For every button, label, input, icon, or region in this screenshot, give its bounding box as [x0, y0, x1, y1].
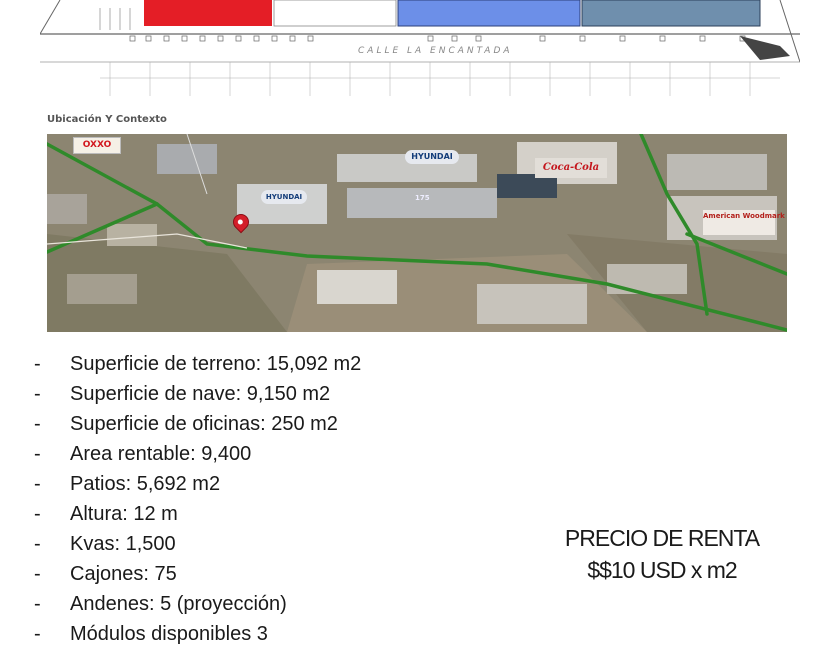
spec-text: Superficie de terreno: 15,092 m2 [70, 353, 362, 375]
spec-text: Cajones: 75 [70, 563, 177, 585]
module-red [144, 0, 272, 26]
module-white [273, 0, 397, 27]
american-woodmark-logo: American Woodmark [703, 210, 785, 235]
building-175-label: 175 [415, 194, 430, 202]
street-label: CALLE LA ENCANTADA [358, 46, 513, 56]
context-heading: Ubicación Y Contexto [47, 114, 167, 125]
satellite-map: OXXO HYUNDAI HYUNDAI Coca-Cola American … [47, 134, 787, 332]
spec-text: Altura: 12 m [70, 503, 178, 525]
rent-price-label: PRECIO DE RENTA [564, 525, 760, 551]
spec-item: - Andenes: 5 (proyección) [34, 589, 361, 619]
rent-price-block: PRECIO DE RENTA $$10 USD x m2 [560, 522, 764, 586]
spec-text: Superficie de nave: 9,150 m2 [70, 383, 331, 405]
spec-item: - Area rentable: 9,400 [34, 439, 361, 469]
spec-text: Módulos disponibles 3 [70, 623, 268, 645]
bullet-dash: - [34, 593, 41, 615]
bullet-dash: - [34, 503, 41, 525]
spec-text: Superficie de oficinas: 250 m2 [70, 413, 338, 435]
bullet-dash: - [34, 383, 41, 405]
spec-item: - Cajones: 75 [34, 559, 361, 589]
spec-item: - Altura: 12 m [34, 499, 361, 529]
spec-text: Kvas: 1,500 [70, 533, 176, 555]
oxxo-logo: OXXO [73, 137, 121, 154]
spec-item: - Superficie de nave: 9,150 m2 [34, 379, 361, 409]
spec-item: - Kvas: 1,500 [34, 529, 361, 559]
bullet-dash: - [34, 623, 41, 645]
bullet-dash: - [34, 353, 41, 375]
coca-cola-logo: Coca-Cola [535, 158, 607, 178]
spec-text: Patios: 5,692 m2 [70, 473, 221, 495]
site-plan: CALLE LA ENCANTADA [40, 0, 800, 100]
bullet-dash: - [34, 563, 41, 585]
module-steel [581, 0, 761, 27]
bullet-dash: - [34, 443, 41, 465]
bullet-dash: - [34, 473, 41, 495]
module-blue [397, 0, 581, 27]
hyundai-logo: HYUNDAI [405, 150, 459, 164]
spec-item: - Patios: 5,692 m2 [34, 469, 361, 499]
spec-item: - Módulos disponibles 3 [34, 619, 361, 649]
hyundai-logo-secondary: HYUNDAI [261, 190, 307, 204]
bullet-dash: - [34, 533, 41, 555]
spec-item: - Superficie de oficinas: 250 m2 [34, 409, 361, 439]
spec-text: Area rentable: 9,400 [70, 443, 252, 465]
spec-text: Andenes: 5 (proyección) [70, 593, 287, 615]
spec-item: - Superficie de terreno: 15,092 m2 [34, 349, 361, 379]
bullet-dash: - [34, 413, 41, 435]
property-specs-list: - Superficie de terreno: 15,092 m2 - Super… [34, 349, 361, 649]
rent-price-value: $$10 USD x m2 [587, 557, 737, 583]
